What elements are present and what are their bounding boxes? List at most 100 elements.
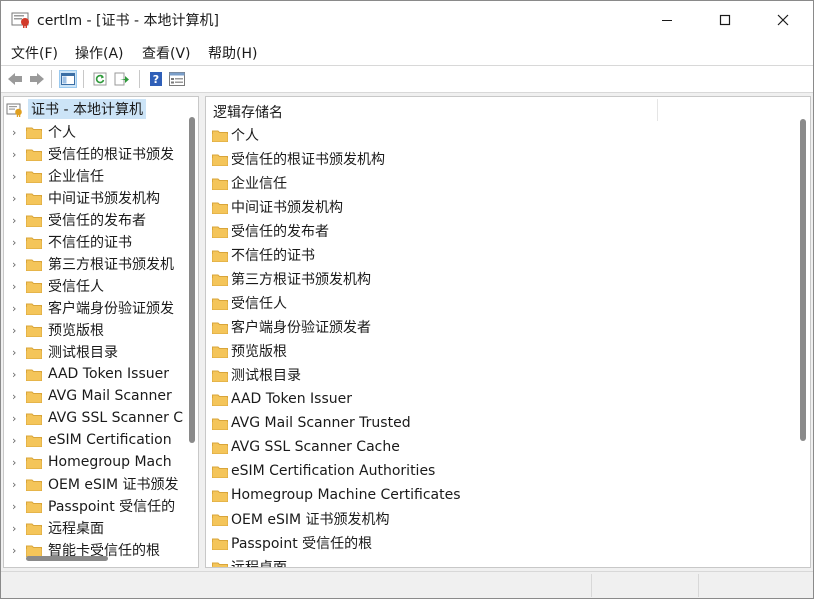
folder-icon (212, 225, 228, 238)
tree-item[interactable]: › AVG SSL Scanner C (4, 407, 198, 429)
expand-chevron-icon[interactable]: › (4, 236, 26, 249)
tree-item[interactable]: › Homegroup Mach (4, 451, 198, 473)
title-bar[interactable]: certlm - [证书 - 本地计算机] (1, 1, 813, 38)
tree-item[interactable]: › 受信任的发布者 (4, 209, 198, 231)
tree-item[interactable]: › eSIM Certification (4, 429, 198, 451)
menu-file[interactable]: 文件(F) (11, 43, 58, 63)
tree-item[interactable]: › 测试根目录 (4, 341, 198, 363)
list-item[interactable]: 中间证书颁发机构 (206, 195, 796, 219)
tree-item[interactable]: › OEM eSIM 证书颁发 (4, 473, 198, 495)
expand-chevron-icon[interactable]: › (4, 346, 26, 359)
column-header-store-name[interactable]: 逻辑存储名 (213, 102, 283, 122)
status-separator (698, 574, 699, 597)
tree-root-node[interactable]: 证书 - 本地计算机 (6, 99, 146, 119)
tree-item-label: 客户端身份验证颁发 (48, 301, 174, 317)
folder-icon (26, 434, 42, 447)
expand-chevron-icon[interactable]: › (4, 280, 26, 293)
expand-chevron-icon[interactable]: › (4, 412, 26, 425)
expand-chevron-icon[interactable]: › (4, 456, 26, 469)
list-item[interactable]: Passpoint 受信任的根 (206, 531, 796, 555)
expand-chevron-icon[interactable]: › (4, 434, 26, 447)
tree-item[interactable]: › 中间证书颁发机构 (4, 187, 198, 209)
back-icon[interactable] (6, 70, 24, 88)
store-list: 个人 受信任的根证书颁发机构 企业信任 中间证书颁发机构 受信任的发布者 不信任的证书 第三… (206, 123, 796, 567)
list-item[interactable]: 受信任的根证书颁发机构 (206, 147, 796, 171)
folder-icon (212, 129, 228, 142)
certificate-store-icon (6, 101, 24, 117)
column-header[interactable]: 逻辑存储名 (206, 97, 810, 123)
expand-chevron-icon[interactable]: › (4, 126, 26, 139)
expand-chevron-icon[interactable]: › (4, 324, 26, 337)
toolbar-separator (139, 70, 140, 88)
show-hide-tree-icon[interactable] (59, 70, 77, 88)
tree-item[interactable]: › AAD Token Issuer (4, 363, 198, 385)
maximize-button[interactable] (695, 1, 755, 38)
folder-icon (212, 489, 228, 502)
folder-icon (26, 214, 42, 227)
list-item-label: eSIM Certification Authorities (231, 463, 436, 479)
console-tree-pane[interactable]: 证书 - 本地计算机 › 个人 › 受信任的根证书颁发 › 企业信任 › 中间证书颁发机构 › 受… (3, 96, 199, 568)
list-vertical-scrollbar[interactable] (800, 119, 806, 441)
list-item[interactable]: AAD Token Issuer (206, 387, 796, 411)
list-item[interactable]: AVG Mail Scanner Trusted (206, 411, 796, 435)
result-list-pane[interactable]: 逻辑存储名 个人 受信任的根证书颁发机构 企业信任 中间证书颁发机构 受信任的发布者 不信… (205, 96, 811, 568)
expand-chevron-icon[interactable]: › (4, 500, 26, 513)
tree-item-label: Passpoint 受信任的 (48, 499, 176, 515)
tree-item-label: 预览版根 (48, 323, 104, 339)
expand-chevron-icon[interactable]: › (4, 368, 26, 381)
refresh-icon[interactable] (91, 70, 109, 88)
list-item[interactable]: 远程桌面 (206, 555, 796, 567)
expand-chevron-icon[interactable]: › (4, 302, 26, 315)
list-item[interactable]: OEM eSIM 证书颁发机构 (206, 507, 796, 531)
folder-icon (26, 500, 42, 513)
folder-icon (212, 297, 228, 310)
list-item[interactable]: 第三方根证书颁发机构 (206, 267, 796, 291)
expand-chevron-icon[interactable]: › (4, 522, 26, 535)
list-item[interactable]: 企业信任 (206, 171, 796, 195)
tree-item[interactable]: › 企业信任 (4, 165, 198, 187)
list-item[interactable]: 预览版根 (206, 339, 796, 363)
tree-item[interactable]: › AVG Mail Scanner (4, 385, 198, 407)
list-item[interactable]: 个人 (206, 123, 796, 147)
list-item[interactable]: eSIM Certification Authorities (206, 459, 796, 483)
properties-icon[interactable] (168, 70, 186, 88)
tree-item[interactable]: › 个人 (4, 121, 198, 143)
close-button[interactable] (753, 1, 813, 38)
forward-icon[interactable] (28, 70, 46, 88)
expand-chevron-icon[interactable]: › (4, 258, 26, 271)
expand-chevron-icon[interactable]: › (4, 148, 26, 161)
export-list-icon[interactable] (113, 70, 131, 88)
list-item[interactable]: AVG SSL Scanner Cache (206, 435, 796, 459)
menu-view[interactable]: 查看(V) (142, 43, 191, 63)
tree-item[interactable]: › Passpoint 受信任的 (4, 495, 198, 517)
menu-action[interactable]: 操作(A) (75, 43, 124, 63)
list-item[interactable]: 受信任的发布者 (206, 219, 796, 243)
expand-chevron-icon[interactable]: › (4, 544, 26, 557)
tree-item[interactable]: › 预览版根 (4, 319, 198, 341)
minimize-button[interactable] (637, 1, 697, 38)
tree-item[interactable]: › 客户端身份验证颁发 (4, 297, 198, 319)
column-divider[interactable] (657, 99, 658, 121)
expand-chevron-icon[interactable]: › (4, 170, 26, 183)
list-item[interactable]: Homegroup Machine Certificates (206, 483, 796, 507)
expand-chevron-icon[interactable]: › (4, 214, 26, 227)
maximize-icon (719, 14, 731, 25)
list-item[interactable]: 测试根目录 (206, 363, 796, 387)
tree-item[interactable]: › 第三方根证书颁发机 (4, 253, 198, 275)
expand-chevron-icon[interactable]: › (4, 390, 26, 403)
tree-item[interactable]: › 受信任的根证书颁发 (4, 143, 198, 165)
folder-icon (26, 456, 42, 469)
menu-help[interactable]: 帮助(H) (208, 43, 257, 63)
tree-item[interactable]: › 受信任人 (4, 275, 198, 297)
tree-list: › 个人 › 受信任的根证书颁发 › 企业信任 › 中间证书颁发机构 › 受信任的发布者 › 不信任的… (4, 121, 198, 561)
tree-horizontal-scrollbar[interactable] (26, 556, 108, 561)
list-item[interactable]: 不信任的证书 (206, 243, 796, 267)
tree-item[interactable]: › 远程桌面 (4, 517, 198, 539)
expand-chevron-icon[interactable]: › (4, 478, 26, 491)
expand-chevron-icon[interactable]: › (4, 192, 26, 205)
list-item[interactable]: 客户端身份验证颁发者 (206, 315, 796, 339)
tree-item[interactable]: › 不信任的证书 (4, 231, 198, 253)
list-item[interactable]: 受信任人 (206, 291, 796, 315)
help-icon[interactable]: ? (147, 70, 165, 88)
tree-vertical-scrollbar[interactable] (189, 117, 195, 443)
